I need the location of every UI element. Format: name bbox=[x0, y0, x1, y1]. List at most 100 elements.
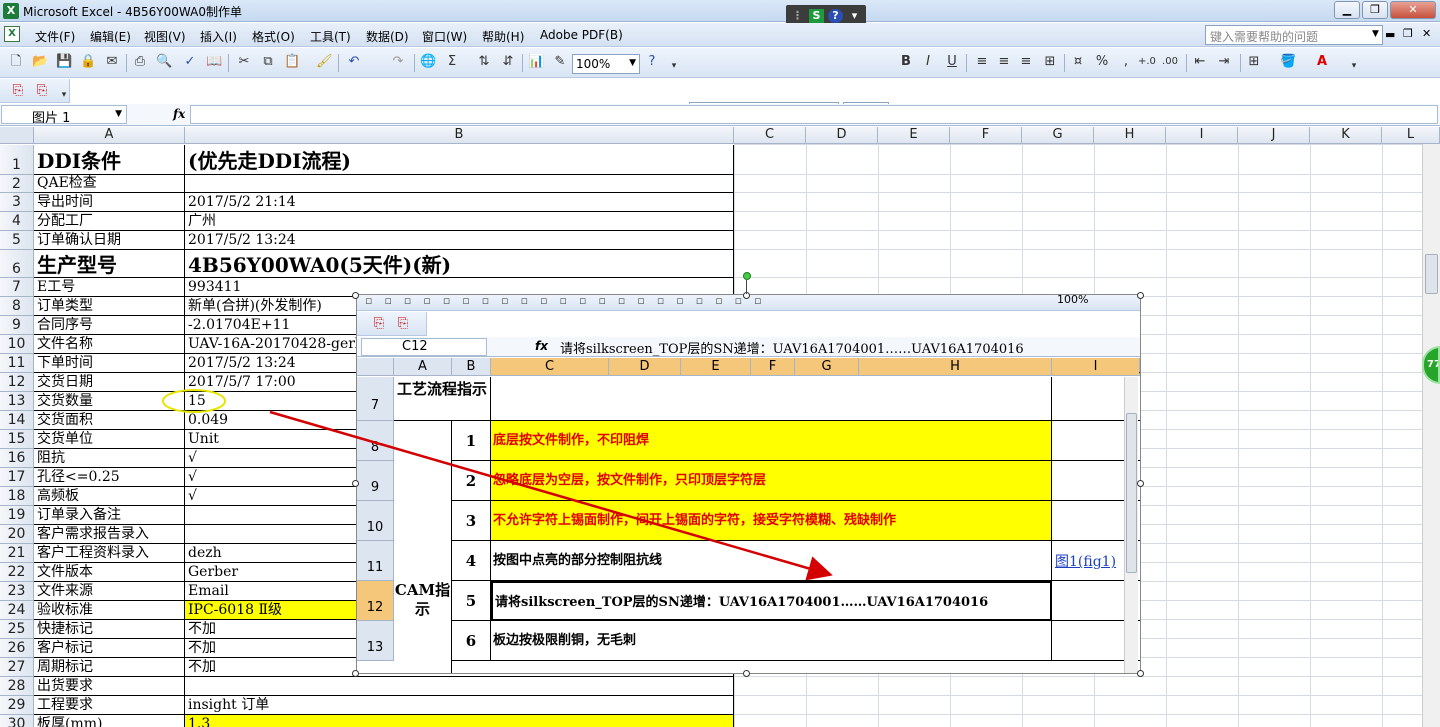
help-search-input[interactable]: 键入需要帮助的问题 bbox=[1205, 25, 1383, 45]
minimize-button[interactable]: ▁ bbox=[1334, 1, 1360, 19]
cell-a[interactable]: 生产型号 bbox=[34, 250, 185, 278]
copy-icon[interactable]: ⧉ bbox=[260, 54, 276, 70]
chevron-down-icon[interactable]: ▼ bbox=[1372, 29, 1379, 39]
resize-handle[interactable] bbox=[1137, 292, 1144, 299]
cell-a[interactable]: 高频板 bbox=[34, 487, 185, 506]
chart-wizard-icon[interactable]: 📊 bbox=[528, 54, 544, 70]
cell-a[interactable]: 订单类型 bbox=[34, 297, 185, 316]
row-header[interactable]: 4 bbox=[0, 212, 34, 231]
decrease-decimal-icon[interactable]: .00 bbox=[1162, 54, 1178, 70]
resize-handle[interactable] bbox=[352, 670, 359, 677]
resize-handle[interactable] bbox=[1137, 670, 1144, 677]
cell-a[interactable]: QAE检查 bbox=[34, 175, 185, 193]
email-icon[interactable]: ✉ bbox=[104, 54, 120, 70]
column-header-k[interactable]: K bbox=[1310, 127, 1382, 144]
row-header[interactable]: 6 bbox=[0, 250, 34, 278]
zoom-select[interactable]: 100% ▼ bbox=[572, 54, 640, 74]
menu-window[interactable]: 窗口(W) bbox=[422, 28, 467, 45]
menu-format[interactable]: 格式(O) bbox=[252, 28, 295, 45]
formula-input[interactable] bbox=[190, 105, 1438, 124]
row-header[interactable]: 26 bbox=[0, 639, 34, 658]
hyperlink-icon[interactable]: 🌐 bbox=[420, 54, 436, 70]
row-header[interactable]: 9 bbox=[0, 316, 34, 335]
paste-icon[interactable]: 📋 bbox=[284, 54, 300, 70]
row-header[interactable]: 27 bbox=[0, 658, 34, 677]
doc-close-icon[interactable]: ✕ bbox=[1422, 27, 1431, 40]
cell-a[interactable]: 订单确认日期 bbox=[34, 231, 185, 250]
cell-b[interactable] bbox=[185, 175, 734, 193]
cell-a[interactable]: 交货单位 bbox=[34, 430, 185, 449]
select-all-button[interactable] bbox=[0, 127, 34, 144]
cell-a[interactable]: 文件版本 bbox=[34, 563, 185, 582]
percent-icon[interactable]: % bbox=[1094, 54, 1110, 70]
row-header[interactable]: 10 bbox=[0, 335, 34, 354]
menu-help[interactable]: 帮助(H) bbox=[482, 28, 524, 45]
pdf-email-icon[interactable]: ⎘ bbox=[34, 83, 50, 99]
cell-b[interactable]: 广州 bbox=[185, 212, 734, 231]
cell-a[interactable]: 合同序号 bbox=[34, 316, 185, 335]
row-header[interactable]: 14 bbox=[0, 411, 34, 430]
bold-icon[interactable]: B bbox=[898, 54, 914, 70]
name-box[interactable]: 图片 1 ▼ bbox=[1, 105, 127, 126]
column-header-l[interactable]: L bbox=[1382, 127, 1440, 144]
cell-a[interactable]: 文件来源 bbox=[34, 582, 185, 601]
row-header[interactable]: 17 bbox=[0, 468, 34, 487]
toolbar-options-icon[interactable]: ▾ bbox=[1346, 58, 1362, 74]
row-header[interactable]: 23 bbox=[0, 582, 34, 601]
cell-a[interactable]: 客户工程资料录入 bbox=[34, 544, 185, 563]
row-header[interactable]: 20 bbox=[0, 525, 34, 544]
close-button[interactable]: ✕ bbox=[1390, 1, 1436, 19]
row-header[interactable]: 30 bbox=[0, 715, 34, 727]
cell-a[interactable]: 客户需求报告录入 bbox=[34, 525, 185, 544]
column-header-g[interactable]: G bbox=[1022, 127, 1094, 144]
cell-b[interactable]: insight 订单 bbox=[185, 696, 734, 715]
currency-icon[interactable]: ¤ bbox=[1070, 54, 1086, 70]
menu-view[interactable]: 视图(V) bbox=[144, 28, 186, 45]
row-header[interactable]: 7 bbox=[0, 278, 34, 297]
row-header[interactable]: 21 bbox=[0, 544, 34, 563]
menu-edit[interactable]: 编辑(E) bbox=[90, 28, 131, 45]
row-header[interactable]: 12 bbox=[0, 373, 34, 392]
cell-a[interactable]: 导出时间 bbox=[34, 193, 185, 212]
resize-handle[interactable] bbox=[352, 292, 359, 299]
dropdown-icon[interactable]: ▾ bbox=[847, 9, 862, 23]
decrease-indent-icon[interactable]: ⇤ bbox=[1192, 54, 1208, 70]
row-header[interactable]: 29 bbox=[0, 696, 34, 715]
borders-icon[interactable]: ⊞ bbox=[1246, 54, 1262, 70]
menu-data[interactable]: 数据(D) bbox=[366, 28, 409, 45]
save-icon[interactable]: 💾 bbox=[56, 54, 72, 70]
print-preview-icon[interactable]: 🔍 bbox=[156, 54, 172, 70]
help-circle-icon[interactable]: ? bbox=[828, 9, 843, 23]
new-icon[interactable]: 🗋 bbox=[8, 54, 24, 70]
menu-file[interactable]: 文件(F) bbox=[35, 28, 75, 45]
format-painter-icon[interactable]: 🖌 bbox=[316, 54, 333, 70]
spelling-icon[interactable]: ✓ bbox=[182, 54, 198, 70]
workbook-icon[interactable]: X bbox=[4, 26, 20, 42]
menu-adobe-pdf[interactable]: Adobe PDF(B) bbox=[540, 28, 623, 42]
help-icon[interactable]: ? bbox=[644, 54, 660, 70]
fx-icon[interactable]: fx bbox=[173, 107, 185, 121]
column-header-i[interactable]: I bbox=[1166, 127, 1238, 144]
sort-descending-icon[interactable]: ⇵ bbox=[500, 54, 516, 70]
cell-a[interactable]: 快捷标记 bbox=[34, 620, 185, 639]
comma-icon[interactable]: , bbox=[1118, 54, 1134, 70]
cell-a[interactable]: 工程要求 bbox=[34, 696, 185, 715]
cell-a[interactable]: 验收标准 bbox=[34, 601, 185, 620]
align-left-icon[interactable]: ≡ bbox=[974, 54, 990, 70]
align-center-icon[interactable]: ≡ bbox=[996, 54, 1012, 70]
cell-a[interactable]: 出货要求 bbox=[34, 677, 185, 696]
font-color-icon[interactable]: A bbox=[1314, 54, 1330, 70]
restore-button[interactable]: ❐ bbox=[1362, 1, 1388, 19]
fill-color-icon[interactable]: 🪣 bbox=[1280, 54, 1296, 70]
row-header[interactable]: 8 bbox=[0, 297, 34, 316]
cell-b[interactable]: 4B56Y00WA0(5天件)(新) bbox=[185, 250, 734, 278]
undo-icon[interactable]: ↶ bbox=[346, 54, 362, 70]
column-header-h[interactable]: H bbox=[1094, 127, 1166, 144]
menu-insert[interactable]: 插入(I) bbox=[200, 28, 237, 45]
row-header[interactable]: 5 bbox=[0, 231, 34, 250]
cell-b[interactable]: 1.3 bbox=[185, 715, 734, 727]
row-header[interactable]: 25 bbox=[0, 620, 34, 639]
cell-b[interactable]: (优先走DDI流程) bbox=[185, 145, 734, 175]
cell-a[interactable]: 板厚(mm) bbox=[34, 715, 185, 727]
menu-tools[interactable]: 工具(T) bbox=[310, 28, 351, 45]
